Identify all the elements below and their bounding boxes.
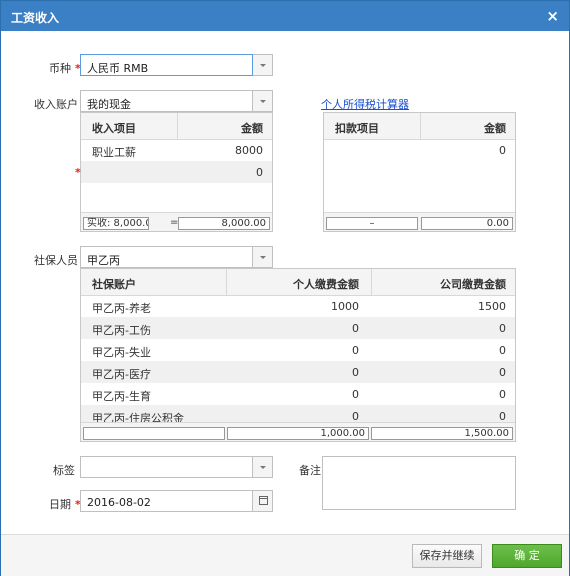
social-personal-cell: 1000 — [331, 300, 359, 313]
social-person-select[interactable]: 甲乙丙 — [80, 246, 253, 268]
social-company-cell: 0 — [499, 322, 506, 335]
calendar-icon — [259, 496, 268, 505]
social-person-dropdown-button[interactable] — [253, 246, 273, 268]
deduction-table-header: 扣款项目 金额 — [324, 113, 515, 140]
table-row[interactable]: 职业工薪 8000 — [81, 139, 272, 161]
social-header-personal: 个人缴费金额 — [293, 278, 359, 291]
required-mark: * — [75, 166, 81, 179]
note-textarea[interactable] — [322, 456, 516, 510]
save-continue-button[interactable]: 保存并继续 — [412, 544, 482, 568]
social-personal-cell: 0 — [352, 344, 359, 357]
social-personal-cell: 0 — [352, 366, 359, 379]
income-table: 收入项目 金额 职业工薪 8000 0 实收: 8,000.00 = 8,000… — [80, 112, 273, 232]
social-personal-cell: 0 — [352, 322, 359, 335]
close-icon[interactable]: × — [546, 7, 559, 25]
social-account-cell: 甲乙丙-养老 — [92, 302, 151, 315]
table-row[interactable]: 甲乙丙-养老 1000 1500 — [81, 295, 515, 317]
currency-dropdown-button[interactable] — [253, 54, 273, 76]
social-company-cell: 0 — [499, 388, 506, 401]
dialog-title-bar: 工资收入 × — [1, 1, 569, 31]
table-row[interactable]: 0 — [324, 139, 515, 161]
social-person-value: 甲乙丙 — [87, 254, 120, 267]
dialog-footer: 保存并继续 确 定 — [1, 534, 569, 576]
income-header-amount: 金额 — [241, 122, 263, 135]
tax-calculator-link[interactable]: 个人所得税计算器 — [321, 96, 409, 112]
column-divider — [177, 113, 178, 139]
date-picker-button[interactable] — [253, 490, 273, 512]
income-amount-cell: 8000 — [235, 144, 263, 157]
income-header-item: 收入项目 — [92, 122, 136, 135]
income-item-cell: 职业工薪 — [92, 146, 136, 159]
social-header-company: 公司缴费金额 — [440, 278, 506, 291]
social-company-cell: 0 — [499, 344, 506, 357]
social-account-cell: 甲乙丙-医疗 — [92, 368, 151, 381]
deduction-total-right: 0.00 — [421, 217, 513, 230]
currency-label: 币种 * — [49, 62, 81, 75]
social-account-cell: 甲乙丙-生育 — [92, 390, 151, 403]
currency-value: 人民币 RMB — [87, 62, 149, 75]
income-total-left: 实收: 8,000.00 — [83, 217, 149, 230]
currency-select[interactable]: 人民币 RMB — [80, 54, 253, 76]
social-insurance-table: 社保账户 个人缴费金额 公司缴费金额 甲乙丙-养老 1000 1500 甲乙丙-… — [80, 268, 516, 442]
table-row[interactable]: 甲乙丙-失业 0 0 — [81, 339, 515, 361]
social-person-label: 社保人员 — [34, 254, 78, 267]
table-row[interactable]: 甲乙丙-生育 0 0 — [81, 383, 515, 405]
column-divider — [371, 269, 372, 295]
social-total-company: 1,500.00 — [371, 427, 513, 440]
confirm-button[interactable]: 确 定 — [492, 544, 562, 568]
table-row[interactable]: 甲乙丙-工伤 0 0 — [81, 317, 515, 339]
tag-label: 标签 — [53, 464, 75, 477]
social-total-personal: 1,000.00 — [227, 427, 369, 440]
dialog-title: 工资收入 — [11, 11, 60, 25]
chevron-down-icon — [259, 466, 266, 469]
date-value: 2016-08-02 — [87, 496, 151, 509]
social-table-header: 社保账户 个人缴费金额 公司缴费金额 — [81, 269, 515, 296]
date-input[interactable]: 2016-08-02 — [80, 490, 253, 512]
social-personal-cell: 0 — [352, 388, 359, 401]
column-divider — [420, 113, 421, 139]
income-account-value: 我的现金 — [87, 98, 131, 111]
table-row[interactable]: 0 — [81, 161, 272, 183]
social-company-cell: 0 — [499, 366, 506, 379]
income-amount-cell: 0 — [256, 166, 263, 179]
income-table-header: 收入项目 金额 — [81, 113, 272, 140]
note-label: 备注 — [299, 464, 321, 477]
chevron-down-icon — [259, 256, 266, 259]
income-account-select[interactable]: 我的现金 — [80, 90, 253, 112]
salary-income-dialog: 工资收入 × 币种* 人民币 RMB 收入账户* 我的现金 个人所得税计算器 收… — [0, 0, 570, 576]
deduction-amount-cell: 0 — [499, 144, 506, 157]
date-label: 日期 * — [49, 498, 81, 511]
social-account-cell: 甲乙丙-失业 — [92, 346, 151, 359]
income-account-dropdown-button[interactable] — [253, 90, 273, 112]
social-header-account: 社保账户 — [92, 278, 136, 291]
deduction-header-amount: 金额 — [484, 122, 506, 135]
chevron-down-icon — [259, 100, 266, 103]
deduction-table: 扣款项目 金额 0 – 0.00 — [323, 112, 516, 232]
social-company-cell: 1500 — [478, 300, 506, 313]
table-row[interactable]: 甲乙丙-医疗 0 0 — [81, 361, 515, 383]
income-total-right: 8,000.00 — [178, 217, 270, 230]
deduction-total-left: – — [326, 217, 418, 230]
column-divider — [226, 269, 227, 295]
social-account-cell: 甲乙丙-工伤 — [92, 324, 151, 337]
tag-select[interactable] — [80, 456, 253, 478]
deduction-header-item: 扣款项目 — [335, 122, 379, 135]
chevron-down-icon — [259, 64, 266, 67]
tag-dropdown-button[interactable] — [253, 456, 273, 478]
social-total-account — [83, 427, 225, 440]
